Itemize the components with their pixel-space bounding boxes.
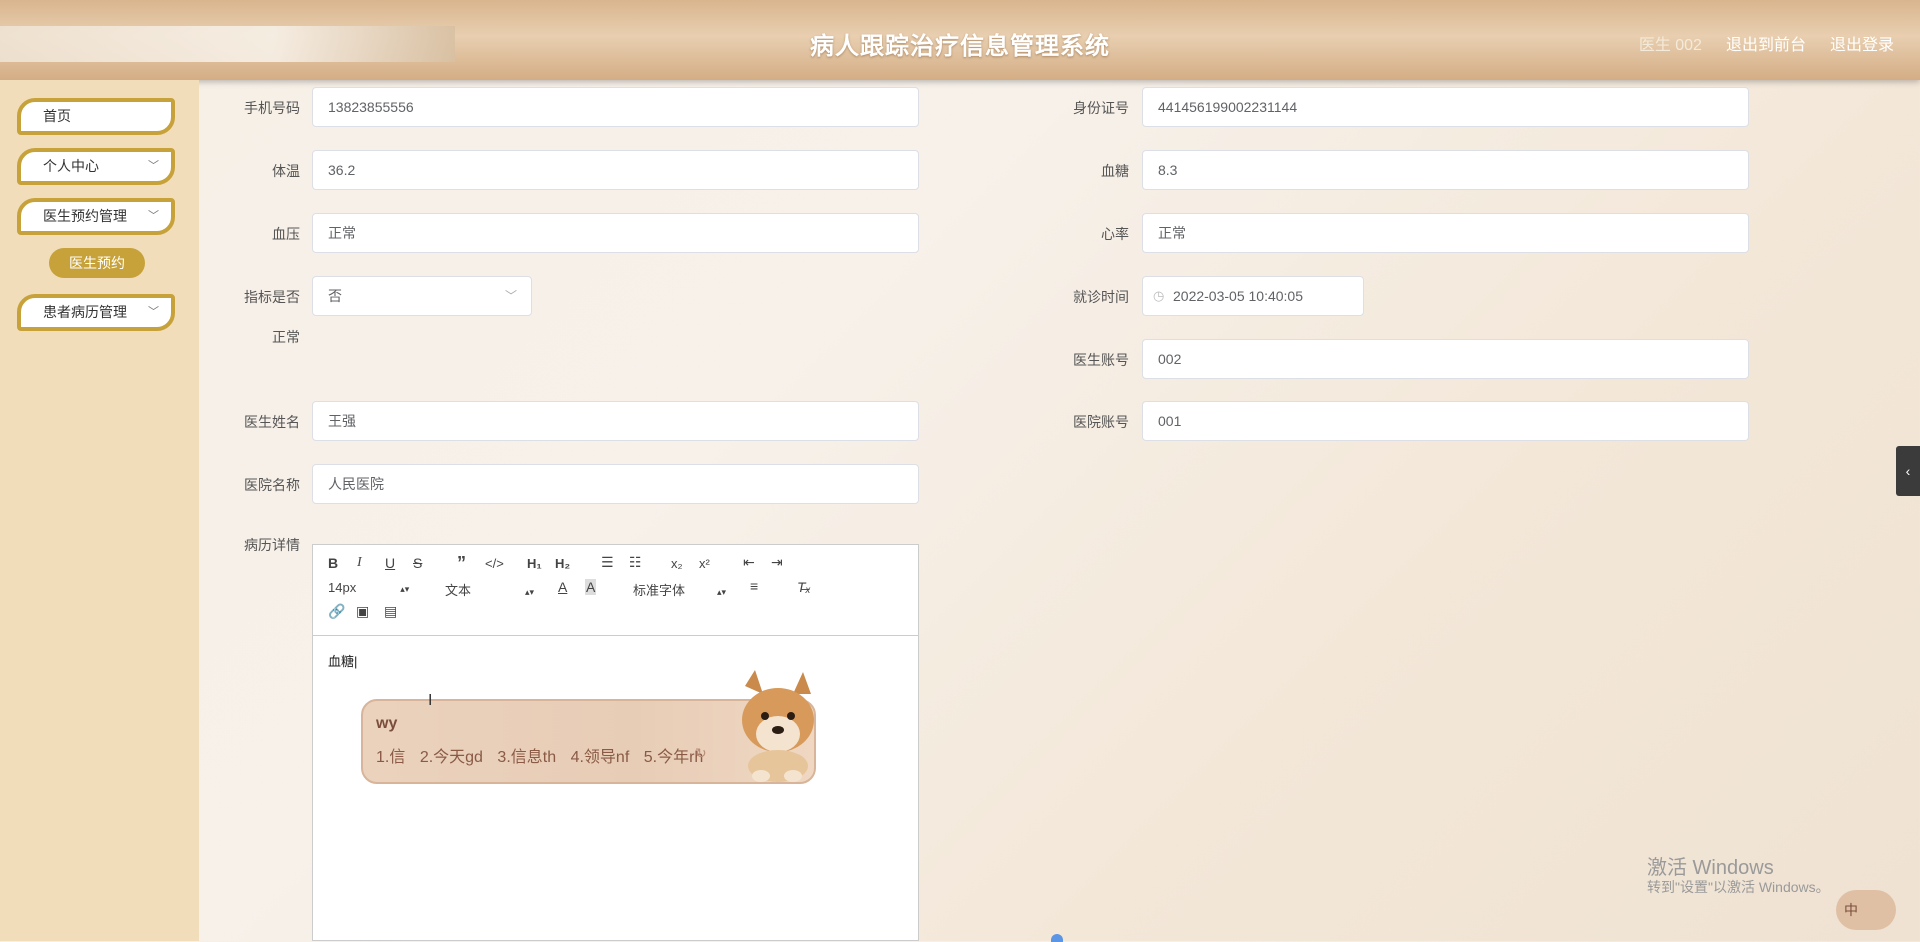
hr-label: 心率: [1101, 226, 1129, 242]
logout-link[interactable]: 退出登录: [1830, 31, 1894, 55]
clear-format-icon[interactable]: T̶ₓ: [797, 579, 811, 595]
italic-icon[interactable]: I: [357, 555, 362, 571]
indent-icon[interactable]: ⇥: [771, 554, 783, 571]
text-select-cursor: Ι: [428, 692, 433, 709]
link-icon[interactable]: 🔗: [328, 603, 345, 620]
editor-toolbar: B I U S ” </> H₁ H₂ ☰ ☷ x₂ x² ⇤ ⇥ 14px ▴▾…: [313, 545, 918, 636]
align-icon[interactable]: ≡: [750, 578, 758, 594]
bold-icon[interactable]: B: [328, 555, 338, 571]
subscript-icon[interactable]: x₂: [671, 556, 683, 571]
heading2-icon[interactable]: H₂: [555, 556, 570, 571]
chevron-down-icon: ﹀: [148, 210, 159, 222]
sidebar-item-appointment-mgmt[interactable]: 医生预约管理 ﹀: [17, 198, 175, 235]
code-block-icon[interactable]: </>: [485, 556, 504, 571]
normal-label-line2: 正常: [272, 329, 300, 345]
strikethrough-icon[interactable]: S: [413, 555, 422, 571]
windows-activation-subtitle: 转到"设置"以激活 Windows。: [1647, 879, 1830, 895]
refresh-icon[interactable]: ↻: [695, 745, 707, 762]
normal-label-line1: 指标是否: [244, 289, 300, 305]
normal-select-value: 否: [328, 288, 342, 304]
chevron-down-icon: ﹀: [148, 306, 159, 318]
sidebar-item-label: 首页: [43, 108, 71, 124]
clock-icon: ◷: [1153, 288, 1165, 303]
bp-field[interactable]: 正常: [312, 213, 919, 253]
header-actions: 医生 002 退出到前台 退出登录: [1639, 31, 1894, 55]
visit-time-value: 2022-03-05 10:40:05: [1173, 288, 1303, 304]
phone-label: 手机号码: [244, 100, 300, 116]
sidebar-item-home[interactable]: 首页: [17, 98, 175, 135]
hr-field[interactable]: 正常: [1142, 213, 1749, 253]
sugar-label: 血糖: [1101, 163, 1129, 179]
doctor-account-field[interactable]: 002: [1142, 339, 1749, 379]
windows-activation-title: 激活 Windows: [1647, 857, 1774, 879]
phone-field[interactable]: 13823855556: [312, 87, 919, 127]
current-user: 医生 002: [1638, 37, 1702, 54]
temp-field[interactable]: 36.2: [312, 150, 919, 190]
ime-candidate-window: wy 1.信 2.今天gd 3.信息th 4.领导nf 5.今年rh ↻: [361, 670, 816, 784]
visit-time-label: 就诊时间: [1073, 289, 1129, 305]
background-color-icon[interactable]: A: [585, 579, 597, 595]
sidebar-item-label: 个人中心: [43, 158, 99, 174]
font-family-select[interactable]: 标准字体 ▴▾: [633, 580, 726, 599]
sidebar-item-label: 医生预约管理: [43, 208, 127, 224]
hospital-name-field[interactable]: 人民医院: [312, 464, 919, 504]
doctor-name-field[interactable]: 王强: [312, 401, 919, 441]
record-label: 病历详情: [244, 537, 300, 553]
top-header: 病人跟踪治疗信息管理系统 医生 002 退出到前台 退出登录: [0, 0, 1920, 80]
text-cursor: |: [354, 654, 358, 669]
ime-typed-text: wy: [376, 715, 398, 732]
app-title: 病人跟踪治疗信息管理系统: [810, 33, 1110, 60]
doctor-account-label: 医生账号: [1073, 352, 1129, 368]
sidebar-subitem-appointment[interactable]: 医生预约: [49, 248, 145, 278]
sugar-field[interactable]: 8.3: [1142, 150, 1749, 190]
normal-select[interactable]: 否 ﹀: [312, 276, 532, 316]
image-icon[interactable]: ▣: [356, 603, 369, 620]
ime-candidate[interactable]: 4.领导nf: [571, 749, 630, 766]
side-collapse-tab[interactable]: ‹: [1896, 446, 1920, 496]
updown-icon: ▴▾: [525, 587, 535, 597]
paragraph-select[interactable]: 文本 ▴▾: [445, 580, 534, 599]
ordered-list-icon[interactable]: ☰: [601, 554, 614, 571]
blockquote-icon[interactable]: ”: [457, 553, 466, 574]
idcard-label: 身份证号: [1073, 100, 1129, 116]
visit-time-picker[interactable]: ◷ 2022-03-05 10:40:05: [1142, 276, 1364, 316]
idcard-field[interactable]: 441456199002231144: [1142, 87, 1749, 127]
font-size-select[interactable]: 14px ▴▾: [328, 580, 409, 595]
exit-to-front-link[interactable]: 退出到前台: [1726, 31, 1806, 55]
hospital-name-label: 医院名称: [244, 477, 300, 493]
ime-candidate-list: 1.信 2.今天gd 3.信息th 4.领导nf 5.今年rh: [376, 743, 713, 767]
font-color-icon[interactable]: A: [558, 579, 567, 595]
ime-candidate[interactable]: 2.今天gd: [420, 749, 483, 766]
video-icon[interactable]: ▤: [384, 603, 397, 620]
hospital-account-field[interactable]: 001: [1142, 401, 1749, 441]
sidebar: 首页 个人中心 ﹀ 医生预约管理 ﹀ 医生预约 患者病历管理 ﹀: [0, 80, 199, 941]
hospital-account-label: 医院账号: [1073, 414, 1129, 430]
editor-text: 血糖: [328, 654, 355, 669]
chevron-down-icon: ﹀: [504, 289, 517, 303]
sidebar-item-record-mgmt[interactable]: 患者病历管理 ﹀: [17, 294, 175, 331]
dog-mascot-icon: [742, 670, 814, 782]
superscript-icon[interactable]: x²: [699, 556, 710, 571]
ime-status-badge[interactable]: 中: [1836, 890, 1896, 930]
font-family-value: 标准字体: [633, 583, 686, 598]
heading1-icon[interactable]: H₁: [527, 556, 542, 571]
bp-label: 血压: [272, 226, 300, 242]
bullet-list-icon[interactable]: ☷: [629, 554, 642, 571]
updown-icon: ▴▾: [400, 584, 410, 594]
doctor-name-label: 医生姓名: [244, 414, 300, 430]
ime-candidate[interactable]: 1.信: [376, 749, 405, 766]
temp-label: 体温: [272, 163, 300, 179]
outdent-icon[interactable]: ⇤: [743, 554, 755, 571]
sidebar-item-personal-center[interactable]: 个人中心 ﹀: [17, 148, 175, 185]
sidebar-item-label: 患者病历管理: [43, 304, 127, 320]
font-size-value: 14px: [328, 580, 357, 595]
chevron-down-icon: ﹀: [148, 160, 159, 172]
paragraph-value: 文本: [445, 583, 472, 598]
updown-icon: ▴▾: [717, 587, 727, 597]
editor-content[interactable]: 血糖|: [328, 651, 357, 670]
underline-icon[interactable]: U: [385, 555, 395, 571]
ime-candidate[interactable]: 3.信息th: [497, 749, 556, 766]
